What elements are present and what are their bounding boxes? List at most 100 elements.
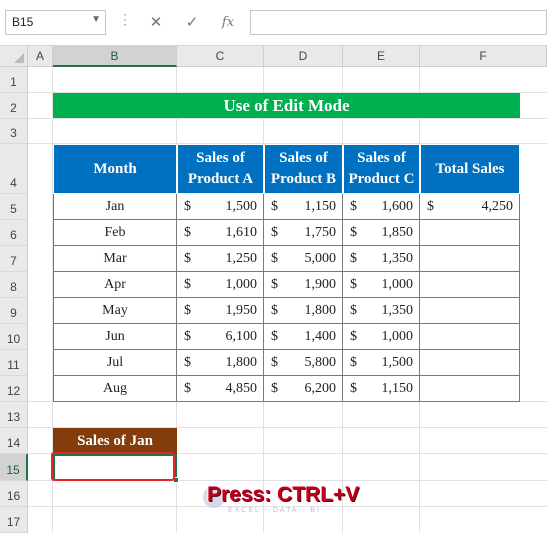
row-header-12[interactable]: 12 <box>0 376 28 402</box>
sales-cell-b[interactable]: $5,800 <box>264 350 343 376</box>
currency-symbol: $ <box>184 277 191 292</box>
sales-cell-a[interactable]: $4,850 <box>177 376 264 402</box>
sales-cell-b[interactable]: $1,400 <box>264 324 343 350</box>
currency-symbol: $ <box>184 329 191 344</box>
row-header-8[interactable]: 8 <box>0 272 28 298</box>
header-product-b[interactable]: Sales of Product B <box>264 144 343 194</box>
row-header-16[interactable]: 16 <box>0 481 28 507</box>
sales-of-jan-cell[interactable] <box>53 454 179 483</box>
column-header-e[interactable]: E <box>343 46 420 67</box>
row-header-1[interactable]: 1 <box>0 67 28 93</box>
sales-cell-b[interactable]: $1,900 <box>264 272 343 298</box>
formula-input[interactable] <box>250 10 547 35</box>
check-icon[interactable]: ✓ <box>180 10 204 35</box>
header-product-b-line2: Product B <box>270 171 337 187</box>
fill-handle[interactable] <box>173 477 179 483</box>
month-cell[interactable]: Jul <box>53 350 177 376</box>
row-header-2[interactable]: 2 <box>0 93 28 119</box>
month-cell[interactable]: Mar <box>53 246 177 272</box>
header-total-sales[interactable]: Total Sales <box>420 144 520 194</box>
sales-cell-a[interactable]: $6,100 <box>177 324 264 350</box>
column-header-a[interactable]: A <box>28 46 53 67</box>
cell-value: 4,850 <box>225 381 258 396</box>
month-cell[interactable]: Jun <box>53 324 177 350</box>
column-header-c[interactable]: C <box>177 46 264 67</box>
sales-cell-a[interactable]: $1,610 <box>177 220 264 246</box>
sales-cell-c[interactable]: $1,150 <box>343 376 420 402</box>
close-icon[interactable]: ✕ <box>144 10 168 35</box>
month-cell[interactable]: Feb <box>53 220 177 246</box>
sales-cell-c[interactable]: $1,000 <box>343 272 420 298</box>
sales-cell-a[interactable]: $1,500 <box>177 194 264 220</box>
header-product-a-line1: Sales of <box>196 150 245 166</box>
sales-cell-total[interactable] <box>420 246 520 272</box>
sales-cell-b[interactable]: $6,200 <box>264 376 343 402</box>
sales-cell-b[interactable]: $1,150 <box>264 194 343 220</box>
sheet-title[interactable]: Use of Edit Mode <box>53 93 520 118</box>
row-header-13[interactable]: 13 <box>0 402 28 428</box>
month-cell[interactable]: May <box>53 298 177 324</box>
row-header-3[interactable]: 3 <box>0 119 28 144</box>
row-header-9[interactable]: 9 <box>0 298 28 324</box>
sales-cell-total[interactable] <box>420 376 520 402</box>
fx-icon[interactable]: fx <box>216 10 240 35</box>
select-all-corner[interactable] <box>0 46 28 67</box>
header-product-c[interactable]: Sales of Product C <box>343 144 420 194</box>
row-header-17[interactable]: 17 <box>0 507 28 533</box>
row-header-4[interactable]: 4 <box>0 144 28 194</box>
gridline <box>28 118 547 119</box>
currency-symbol: $ <box>184 303 191 318</box>
currency-symbol: $ <box>350 225 357 240</box>
sales-cell-c[interactable]: $1,850 <box>343 220 420 246</box>
currency-symbol: $ <box>184 225 191 240</box>
sales-cell-c[interactable]: $1,000 <box>343 324 420 350</box>
column-header-f[interactable]: F <box>420 46 547 67</box>
cell-value: 1,800 <box>225 355 258 370</box>
currency-symbol: $ <box>350 277 357 292</box>
header-product-a-line2: Product A <box>187 171 254 187</box>
cell-value: 1,800 <box>304 303 337 318</box>
month-cell[interactable]: Jan <box>53 194 177 220</box>
sales-cell-a[interactable]: $1,950 <box>177 298 264 324</box>
sales-cell-a[interactable]: $1,800 <box>177 350 264 376</box>
chevron-down-icon[interactable]: ▼ <box>91 14 101 25</box>
row-header-15[interactable]: 15 <box>0 454 28 481</box>
sales-cell-a[interactable]: $1,000 <box>177 272 264 298</box>
cell-value: 1,600 <box>381 199 414 214</box>
sales-cell-total[interactable]: $4,250 <box>420 194 520 220</box>
currency-symbol: $ <box>350 355 357 370</box>
sales-cell-total[interactable] <box>420 298 520 324</box>
sales-cell-b[interactable]: $1,800 <box>264 298 343 324</box>
cell-value: 1,150 <box>304 199 337 214</box>
sales-cell-total[interactable] <box>420 324 520 350</box>
row-header-5[interactable]: 5 <box>0 194 28 220</box>
month-cell[interactable]: Aug <box>53 376 177 402</box>
month-cell[interactable]: Apr <box>53 272 177 298</box>
sales-cell-b[interactable]: $5,000 <box>264 246 343 272</box>
sales-cell-c[interactable]: $1,500 <box>343 350 420 376</box>
row-header-6[interactable]: 6 <box>0 220 28 246</box>
header-product-b-line1: Sales of <box>279 150 328 166</box>
sales-cell-total[interactable] <box>420 220 520 246</box>
sales-cell-a[interactable]: $1,250 <box>177 246 264 272</box>
sales-cell-b[interactable]: $1,750 <box>264 220 343 246</box>
row-header-14[interactable]: 14 <box>0 428 28 454</box>
row-header-7[interactable]: 7 <box>0 246 28 272</box>
sales-cell-total[interactable] <box>420 350 520 376</box>
name-box[interactable]: B15 ▼ <box>5 10 106 35</box>
column-header-d[interactable]: D <box>264 46 343 67</box>
cell-value: 1,000 <box>381 277 414 292</box>
sales-cell-total[interactable] <box>420 272 520 298</box>
row-header-10[interactable]: 10 <box>0 324 28 350</box>
cell-value: 1,250 <box>225 251 258 266</box>
name-box-value: B15 <box>12 15 34 29</box>
currency-symbol: $ <box>350 303 357 318</box>
column-header-b[interactable]: B <box>53 46 177 67</box>
sales-of-jan-label[interactable]: Sales of Jan <box>53 428 177 454</box>
sales-cell-c[interactable]: $1,600 <box>343 194 420 220</box>
sales-cell-c[interactable]: $1,350 <box>343 298 420 324</box>
header-product-a[interactable]: Sales of Product A <box>177 144 264 194</box>
row-header-11[interactable]: 11 <box>0 350 28 376</box>
header-month[interactable]: Month <box>53 144 177 194</box>
sales-cell-c[interactable]: $1,350 <box>343 246 420 272</box>
